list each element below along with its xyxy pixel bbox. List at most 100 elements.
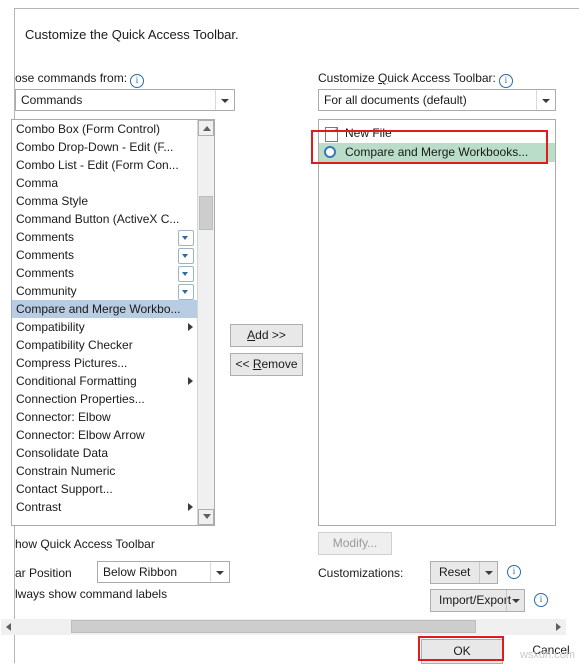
command-list-item-label: Contact Support... — [16, 482, 113, 496]
qat-list-item-label: New File — [345, 126, 392, 140]
remove-button[interactable]: << Remove — [230, 353, 303, 376]
qat-listbox[interactable]: New File Compare and Merge Workbooks... — [318, 119, 556, 526]
choose-commands-from-label: ose commands from: i — [15, 71, 145, 88]
remove-button-label: << Remove — [235, 357, 298, 371]
add-button[interactable]: Add >> — [230, 324, 303, 347]
qat-list-item-label: Compare and Merge Workbooks... — [345, 145, 529, 159]
command-list-item[interactable]: Compatibility — [12, 318, 197, 336]
command-list-item[interactable]: Connector: Elbow Arrow — [12, 426, 197, 444]
command-list-item-label: Comma Style — [16, 194, 89, 208]
command-list-item-label: Comments — [16, 230, 75, 244]
command-list-item-label: Combo Drop-Down - Edit (F... — [16, 140, 174, 154]
command-list-item[interactable]: Conditional Formatting — [12, 372, 197, 390]
bar-position-value: Below Ribbon — [103, 565, 178, 579]
command-list-item[interactable]: Comma Style — [12, 192, 197, 210]
command-list-item[interactable]: Comments — [12, 264, 197, 282]
bar-position-combo[interactable]: Below Ribbon — [97, 561, 230, 583]
command-list-item-label: Constrain Numeric — [16, 464, 116, 478]
command-list-item[interactable]: Comma — [12, 174, 197, 192]
command-list-item-label: Contrast — [16, 500, 62, 514]
ok-button[interactable]: OK — [421, 639, 503, 664]
command-list-item-label: Connector: Elbow — [16, 410, 111, 424]
command-list-item[interactable]: Connection Properties... — [12, 390, 197, 408]
reset-info: i — [504, 562, 521, 579]
chevron-down-icon[interactable] — [178, 284, 194, 300]
qat-list-item[interactable]: Compare and Merge Workbooks... — [319, 143, 555, 162]
command-list-item-label: Connection Properties... — [16, 392, 145, 406]
command-list-item[interactable]: Connector: Elbow — [12, 408, 197, 426]
qat-items-list[interactable]: New File Compare and Merge Workbooks... — [319, 120, 555, 525]
chevron-down-icon[interactable] — [536, 90, 555, 110]
command-list-item[interactable]: Consolidate Data — [12, 444, 197, 462]
reset-button[interactable]: Reset — [430, 561, 498, 584]
command-list-item[interactable]: Combo Box (Form Control) — [12, 120, 197, 138]
command-list-item-label: Conditional Formatting — [16, 374, 137, 388]
command-list-item-label: Compress Pictures... — [16, 356, 128, 370]
scroll-up-button[interactable] — [198, 120, 214, 136]
command-list-item-label: Compatibility — [16, 320, 85, 334]
scroll-right-button[interactable] — [550, 619, 566, 635]
import-export-button-label: Import/Export — [439, 593, 512, 607]
command-list-item[interactable]: Compare and Merge Workbo... — [12, 300, 197, 318]
reset-button-label: Reset — [439, 565, 471, 579]
chevron-down-icon[interactable] — [178, 266, 194, 282]
command-list-item-label: Compare and Merge Workbo... — [16, 302, 181, 316]
modify-button[interactable]: Modify... — [318, 532, 392, 555]
scrollbar-thumb[interactable] — [199, 196, 213, 230]
command-list-item[interactable]: Combo Drop-Down - Edit (F... — [12, 138, 197, 156]
add-button-label: Add >> — [247, 328, 286, 342]
show-qat-checkbox-label[interactable]: how Quick Access Toolbar — [15, 537, 155, 551]
command-list-item-label: Consolidate Data — [16, 446, 109, 460]
command-list-item[interactable]: Constrain Numeric — [12, 462, 197, 480]
always-show-labels-checkbox-label[interactable]: lways show command labels — [15, 587, 167, 601]
commands-listbox[interactable]: Combo Box (Form Control) Combo Drop-Down … — [11, 119, 215, 526]
commands-list[interactable]: Combo Box (Form Control) Combo Drop-Down … — [12, 120, 197, 525]
import-export-button[interactable]: Import/Export — [430, 589, 525, 612]
qat-scope-value: For all documents (default) — [324, 93, 467, 107]
info-icon[interactable]: i — [507, 565, 521, 579]
chevron-right-icon — [188, 503, 193, 511]
chevron-right-icon — [188, 323, 193, 331]
command-list-item[interactable]: Compatibility Checker — [12, 336, 197, 354]
chevron-down-icon[interactable] — [506, 590, 524, 611]
circle-icon — [324, 146, 336, 158]
chevron-down-icon[interactable] — [479, 562, 497, 583]
commands-scrollbar[interactable] — [197, 120, 214, 525]
scroll-down-button[interactable] — [198, 509, 214, 525]
command-list-item-label: Combo Box (Form Control) — [16, 122, 161, 136]
customizations-label: Customizations: — [318, 566, 404, 580]
command-list-item[interactable]: Combo List - Edit (Form Con... — [12, 156, 197, 174]
command-list-item[interactable]: Compress Pictures... — [12, 354, 197, 372]
command-list-item-label: Community — [16, 284, 77, 298]
command-list-item[interactable]: Command Button (ActiveX C... — [12, 210, 197, 228]
bar-position-label: ar Position — [15, 566, 72, 580]
scroll-left-button[interactable] — [1, 619, 17, 635]
info-icon[interactable]: i — [498, 74, 513, 88]
command-list-item-label: Combo List - Edit (Form Con... — [16, 158, 179, 172]
customize-qat-label: Customize Quick Access Toolbar: i — [318, 71, 513, 88]
chevron-down-icon[interactable] — [215, 90, 234, 110]
watermark: wsxdn.com — [519, 649, 575, 661]
chevron-down-icon[interactable] — [178, 248, 194, 264]
qat-list-item[interactable]: New File — [319, 124, 555, 143]
dialog-hscrollbar[interactable] — [1, 619, 566, 635]
qat-scope-combo[interactable]: For all documents (default) — [318, 89, 556, 111]
command-list-item-label: Connector: Elbow Arrow — [16, 428, 145, 442]
command-list-item-label: Comments — [16, 248, 75, 262]
import-export-info: i — [531, 590, 548, 607]
info-icon[interactable]: i — [534, 593, 548, 607]
document-icon — [325, 127, 338, 142]
command-list-item[interactable]: Contact Support... — [12, 480, 197, 498]
chevron-down-icon[interactable] — [210, 562, 229, 582]
dialog-title: Customize the Quick Access Toolbar. — [25, 27, 239, 42]
chevron-right-icon — [188, 377, 193, 385]
chevron-down-icon[interactable] — [178, 230, 194, 246]
info-icon[interactable]: i — [130, 74, 145, 88]
command-list-item[interactable]: Contrast — [12, 498, 197, 516]
ok-button-label: OK — [453, 644, 471, 658]
command-list-item[interactable]: Comments — [12, 228, 197, 246]
choose-commands-from-combo[interactable]: Commands — [15, 89, 235, 111]
hscrollbar-thumb[interactable] — [71, 620, 476, 633]
command-list-item[interactable]: Community — [12, 282, 197, 300]
command-list-item[interactable]: Comments — [12, 246, 197, 264]
